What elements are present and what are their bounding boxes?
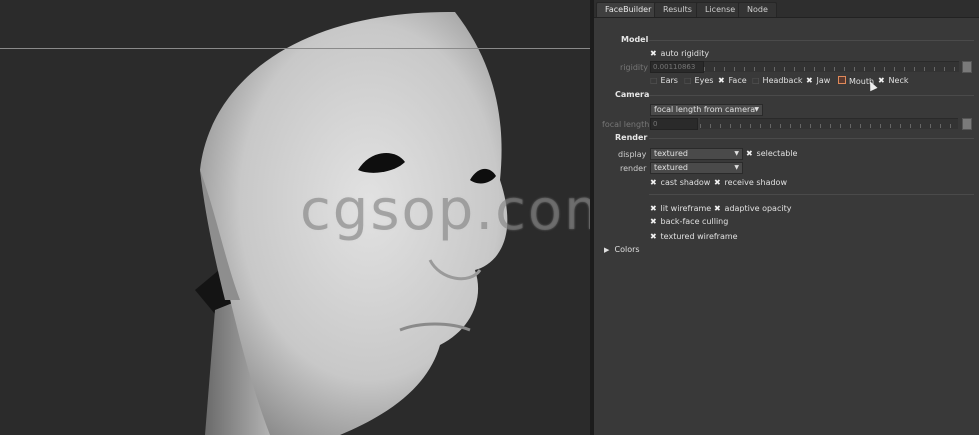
tab-results[interactable]: Results: [654, 2, 701, 17]
part-ears-checkbox[interactable]: □ Ears: [650, 76, 678, 85]
tab-bar: FaceBuilder Results License Node: [594, 0, 979, 18]
render-separator: [649, 138, 974, 139]
rigidity-input[interactable]: 0.00110863: [650, 61, 704, 73]
focal-length-slider[interactable]: [700, 118, 958, 129]
check-icon: ✖: [718, 76, 725, 85]
check-icon: ✖: [650, 204, 657, 213]
focal-length-input[interactable]: 0: [650, 118, 698, 130]
part-eyes-checkbox[interactable]: □ Eyes: [684, 76, 713, 85]
viewport-guide-line: [0, 48, 590, 49]
display-label: display: [618, 150, 647, 159]
3d-viewport[interactable]: cgsop.com: [0, 0, 590, 435]
auto-rigidity-checkbox[interactable]: ✖ auto rigidity: [650, 49, 709, 58]
mouse-cursor-icon: [866, 79, 878, 92]
check-icon: ✖: [714, 178, 721, 187]
check-icon: □: [650, 76, 658, 85]
tab-facebuilder[interactable]: FaceBuilder: [596, 2, 661, 17]
check-icon: □: [684, 76, 692, 85]
check-icon: ✖: [650, 49, 657, 58]
check-icon: ✖: [650, 217, 657, 226]
textured-wireframe-checkbox[interactable]: ✖ textured wireframe: [650, 232, 738, 241]
expand-arrow-icon: ▶: [604, 246, 610, 254]
tab-node[interactable]: Node: [738, 2, 777, 17]
camera-heading: Camera: [615, 90, 650, 99]
part-jaw-checkbox[interactable]: ✖ Jaw: [806, 76, 830, 85]
render-heading: Render: [615, 133, 648, 142]
adaptive-opacity-checkbox[interactable]: ✖ adaptive opacity: [714, 204, 791, 213]
dropdown-arrow-icon: ▼: [734, 164, 739, 171]
selectable-checkbox[interactable]: ✖ selectable: [746, 149, 797, 158]
backface-culling-checkbox[interactable]: ✖ back-face culling: [650, 217, 728, 226]
render-dropdown[interactable]: textured ▼: [650, 162, 743, 174]
receive-shadow-checkbox[interactable]: ✖ receive shadow: [714, 178, 787, 187]
render-sub-separator: [649, 194, 974, 195]
camera-separator: [649, 95, 974, 96]
dropdown-arrow-icon: ▼: [754, 106, 759, 113]
lit-wireframe-checkbox[interactable]: ✖ lit wireframe: [650, 204, 711, 213]
colors-section-toggle[interactable]: ▶ Colors: [604, 245, 640, 254]
check-icon: [838, 76, 846, 84]
check-icon: ✖: [878, 76, 885, 85]
dropdown-arrow-icon: ▼: [734, 150, 739, 157]
part-headback-checkbox[interactable]: □ Headback: [752, 76, 802, 85]
focal-mode-dropdown[interactable]: focal length from camera ▼: [650, 104, 763, 116]
part-face-checkbox[interactable]: ✖ Face: [718, 76, 747, 85]
part-neck-checkbox[interactable]: ✖ Neck: [878, 76, 908, 85]
tab-license[interactable]: License: [696, 2, 745, 17]
model-separator: [649, 40, 974, 41]
cast-shadow-checkbox[interactable]: ✖ cast shadow: [650, 178, 710, 187]
check-icon: ✖: [746, 149, 753, 158]
focal-length-slider-handle[interactable]: [962, 118, 972, 130]
model-heading: Model: [621, 35, 649, 44]
properties-panel: FaceBuilder Results License Node Model ✖…: [594, 0, 979, 435]
display-dropdown[interactable]: textured ▼: [650, 148, 743, 160]
rigidity-label: rigidity: [620, 63, 648, 72]
check-icon: ✖: [650, 178, 657, 187]
check-icon: ✖: [806, 76, 813, 85]
rigidity-slider[interactable]: [704, 61, 959, 72]
rigidity-slider-handle[interactable]: [962, 61, 972, 73]
watermark: cgsop.com: [300, 178, 590, 243]
check-icon: ✖: [714, 204, 721, 213]
focal-length-label: focal length: [602, 120, 650, 129]
check-icon: ✖: [650, 232, 657, 241]
render-label: render: [620, 164, 647, 173]
check-icon: □: [752, 76, 760, 85]
